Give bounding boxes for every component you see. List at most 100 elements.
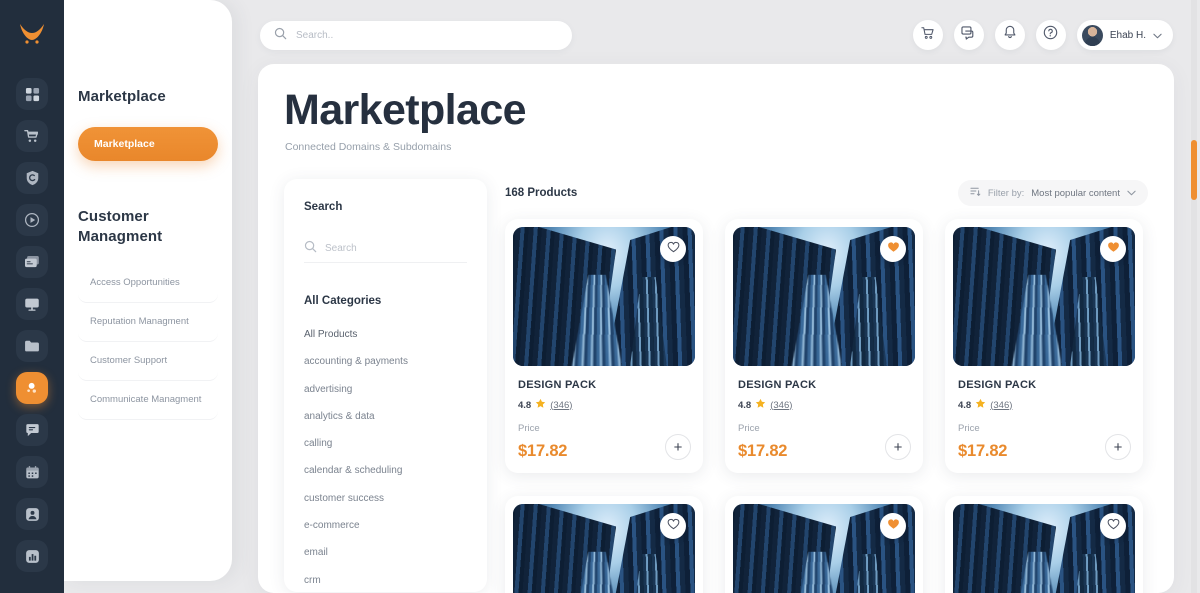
messages-icon	[961, 26, 976, 45]
product-card[interactable]: DESIGN PACK 4.8 (346) Price $17.82 +	[945, 219, 1143, 473]
chart-icon	[25, 549, 40, 564]
category-search[interactable]	[304, 235, 467, 263]
help-button[interactable]	[1036, 20, 1066, 50]
app-logo[interactable]	[12, 14, 52, 54]
top-bar-actions: Ehab H.	[913, 20, 1173, 50]
sidebar-item-customer-support[interactable]: Customer Support	[78, 342, 218, 381]
user-menu[interactable]: Ehab H.	[1077, 20, 1173, 50]
rail-item-folder[interactable]	[16, 330, 48, 362]
app-root: Marketplace Marketplace Customer Managme…	[0, 0, 1200, 593]
favorite-button[interactable]	[660, 236, 686, 262]
add-to-cart-button[interactable]: +	[885, 434, 911, 460]
rail-item-marketplace[interactable]	[16, 372, 48, 404]
product-image	[513, 227, 695, 366]
category-accounting-payments[interactable]: accounting & payments	[304, 348, 467, 375]
rail-item-dashboard[interactable]	[16, 78, 48, 110]
rail-item-shield[interactable]	[16, 162, 48, 194]
favorite-button[interactable]	[1100, 236, 1126, 262]
filter-by-dropdown[interactable]: Filter by: Most popular content	[958, 180, 1148, 206]
product-reviews-count[interactable]: (346)	[550, 400, 572, 411]
star-icon	[535, 398, 546, 412]
product-card[interactable]: DESIGN PACK 4.8 (346) Price $17.82 +	[505, 219, 703, 473]
favorite-button[interactable]	[880, 236, 906, 262]
sidebar-item-access-opportunities[interactable]: Access Opportunities	[78, 264, 218, 303]
category-advertising[interactable]: advertising	[304, 376, 467, 403]
product-price: $17.82	[518, 442, 567, 461]
filter-by-label: Filter by:	[988, 188, 1024, 199]
subnav-active-marketplace[interactable]: Marketplace	[78, 127, 218, 161]
product-card[interactable]: DESIGN PACK 4.8 (346) Price $17.82 +	[505, 496, 703, 593]
page-scrollbar-thumb[interactable]	[1191, 140, 1197, 200]
price-row: $17.82 +	[513, 434, 695, 461]
primary-nav-rail	[0, 0, 64, 593]
product-title: DESIGN PACK	[958, 379, 1135, 391]
rating-value: 4.8	[738, 400, 751, 411]
product-card[interactable]: DESIGN PACK 4.8 (346) Price $17.82 +	[725, 219, 923, 473]
chat-icon	[25, 423, 40, 438]
folder-icon	[24, 339, 40, 353]
products-section: 168 Products Filter by: Most popular con…	[505, 179, 1148, 593]
favorite-button[interactable]	[880, 513, 906, 539]
main-panel: Marketplace Connected Domains & Subdomai…	[258, 64, 1174, 593]
user-icon	[25, 507, 40, 522]
notifications-button[interactable]	[995, 20, 1025, 50]
category-all-products[interactable]: All Products	[304, 321, 467, 348]
add-to-cart-button[interactable]: +	[1105, 434, 1131, 460]
product-price: $17.82	[958, 442, 1007, 461]
user-name: Ehab H.	[1110, 30, 1146, 41]
help-icon	[1043, 25, 1058, 45]
category-e-commerce[interactable]: e-commerce	[304, 512, 467, 539]
category-analytics-data[interactable]: analytics & data	[304, 403, 467, 430]
panel-content: Search All Categories All Products accou…	[258, 179, 1174, 593]
category-search-input[interactable]	[325, 243, 445, 254]
shield-icon	[25, 170, 40, 186]
rating-value: 4.8	[958, 400, 971, 411]
filter-search-title: Search	[304, 201, 467, 213]
cards-icon	[24, 255, 40, 269]
favorite-button[interactable]	[660, 513, 686, 539]
product-image	[513, 504, 695, 593]
category-customer-success[interactable]: customer success	[304, 485, 467, 512]
product-reviews-count[interactable]: (346)	[770, 400, 792, 411]
category-calling[interactable]: calling	[304, 430, 467, 457]
subnav-menu: Access Opportunities Reputation Managmen…	[78, 264, 218, 420]
chevron-down-icon	[1127, 188, 1136, 199]
category-calendar-scheduling[interactable]: calendar & scheduling	[304, 457, 467, 484]
cart-icon	[921, 26, 935, 45]
category-email[interactable]: email	[304, 539, 467, 566]
product-card[interactable]: DESIGN PACK 4.8 (346) Price $17.82 +	[725, 496, 923, 593]
price-row: $17.82 +	[953, 434, 1135, 461]
heart-outline-icon	[1107, 517, 1120, 535]
global-search[interactable]	[260, 21, 572, 50]
bell-icon	[1003, 25, 1017, 45]
category-crm[interactable]: crm	[304, 567, 467, 592]
rail-item-media[interactable]	[16, 204, 48, 236]
heart-filled-icon	[887, 240, 900, 258]
product-card[interactable]: DESIGN PACK 4.8 (346) Price $17.82 +	[945, 496, 1143, 593]
product-image	[733, 227, 915, 366]
rail-item-monitor[interactable]	[16, 288, 48, 320]
categories-title: All Categories	[304, 295, 467, 307]
rail-item-cart[interactable]	[16, 120, 48, 152]
cart-icon	[24, 128, 40, 144]
cart-button[interactable]	[913, 20, 943, 50]
rail-item-calendar[interactable]	[16, 456, 48, 488]
rail-item-cards[interactable]	[16, 246, 48, 278]
add-to-cart-button[interactable]: +	[665, 434, 691, 460]
sidebar-item-reputation-managment[interactable]: Reputation Managment	[78, 303, 218, 342]
products-header: 168 Products Filter by: Most popular con…	[505, 179, 1148, 207]
sidebar-item-communicate-managment[interactable]: Communicate Managment	[78, 381, 218, 420]
rail-item-profile[interactable]	[16, 498, 48, 530]
heart-filled-icon	[1107, 240, 1120, 258]
messages-button[interactable]	[954, 20, 984, 50]
rail-item-chat[interactable]	[16, 414, 48, 446]
product-grid: DESIGN PACK 4.8 (346) Price $17.82 +	[505, 219, 1148, 593]
rail-item-reports[interactable]	[16, 540, 48, 572]
page-scrollbar-track[interactable]	[1191, 0, 1197, 593]
product-image	[953, 504, 1135, 593]
search-input[interactable]	[296, 30, 526, 41]
filter-by-value: Most popular content	[1031, 188, 1120, 199]
product-reviews-count[interactable]: (346)	[990, 400, 1012, 411]
favorite-button[interactable]	[1100, 513, 1126, 539]
rail-icon-list	[16, 78, 48, 572]
